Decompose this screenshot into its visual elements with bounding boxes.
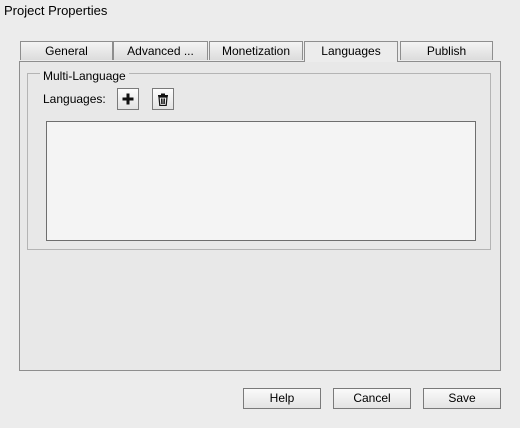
- tab-monetization[interactable]: Monetization: [209, 41, 303, 60]
- tab-languages[interactable]: Languages: [304, 41, 398, 62]
- title-bar: Project Properties: [0, 0, 520, 22]
- save-button[interactable]: Save: [423, 388, 501, 409]
- languages-label: Languages:: [43, 92, 106, 106]
- tab-general[interactable]: General: [20, 41, 113, 60]
- languages-list[interactable]: [46, 121, 476, 241]
- group-title: Multi-Language: [40, 69, 129, 83]
- cancel-button[interactable]: Cancel: [333, 388, 411, 409]
- help-button[interactable]: Help: [243, 388, 321, 409]
- window-title: Project Properties: [4, 3, 108, 18]
- delete-language-button[interactable]: [152, 88, 174, 110]
- trash-icon: [158, 93, 168, 106]
- plus-icon: [122, 93, 134, 105]
- add-language-button[interactable]: [117, 88, 139, 110]
- tab-publish[interactable]: Publish: [400, 41, 493, 60]
- tab-advanced[interactable]: Advanced ...: [113, 41, 208, 60]
